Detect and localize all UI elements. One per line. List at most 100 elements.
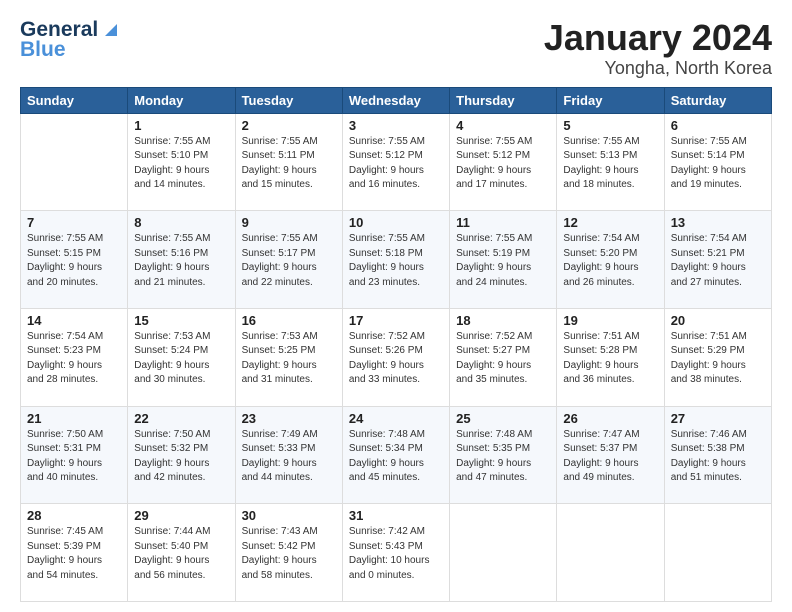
calendar-cell: 24Sunrise: 7:48 AM Sunset: 5:34 PM Dayli… xyxy=(342,406,449,504)
day-number: 2 xyxy=(242,118,336,133)
cell-info: Sunrise: 7:55 AM Sunset: 5:19 PM Dayligh… xyxy=(456,232,550,290)
calendar-cell: 5Sunrise: 7:55 AM Sunset: 5:13 PM Daylig… xyxy=(557,113,664,211)
logo: General Blue xyxy=(20,18,121,62)
weekday-header: Tuesday xyxy=(235,87,342,113)
day-number: 30 xyxy=(242,508,336,523)
calendar-cell: 20 Sunrise: 7:51 AM Sunset: 5:29 PM Dayli… xyxy=(664,308,771,406)
logo-blue: Blue xyxy=(20,38,66,62)
day-number: 11 xyxy=(456,215,550,230)
day-number: 3 xyxy=(349,118,443,133)
day-number: 22 xyxy=(134,411,228,426)
calendar-week-row: 21 Sunrise: 7:50 AM Sunset: 5:31 PM Dayli… xyxy=(21,406,772,504)
cell-info: Sunrise: 7:49 AM Sunset: 5:33 PM Dayligh… xyxy=(242,428,336,486)
title-section: January 2024 Yongha, North Korea xyxy=(544,18,772,79)
cell-info: Sunrise: 7:48 AM Sunset: 5:34 PM Dayligh… xyxy=(349,428,443,486)
calendar-week-row: 1 Sunrise: 7:55 AM Sunset: 5:10 PM Daylig… xyxy=(21,113,772,211)
cell-info: Sunrise: 7:55 AM Sunset: 5:14 PM Dayligh… xyxy=(671,135,765,193)
calendar-cell: 31Sunrise: 7:42 AM Sunset: 5:43 PM Dayli… xyxy=(342,504,449,602)
cell-info: Sunrise: 7:43 AM Sunset: 5:42 PM Dayligh… xyxy=(242,525,336,583)
cell-info: Sunrise: 7:55 AM Sunset: 5:16 PM Dayligh… xyxy=(134,232,228,290)
cell-info: Sunrise: 7:46 AM Sunset: 5:38 PM Dayligh… xyxy=(671,428,765,486)
day-number: 8 xyxy=(134,215,228,230)
day-number: 14 xyxy=(27,313,121,328)
calendar-cell: 26 Sunrise: 7:47 AM Sunset: 5:37 PM Dayli… xyxy=(557,406,664,504)
calendar-cell: 13 Sunrise: 7:54 AM Sunset: 5:21 PM Dayli… xyxy=(664,211,771,309)
calendar-cell: 2 Sunrise: 7:55 AM Sunset: 5:11 PM Daylig… xyxy=(235,113,342,211)
day-number: 12 xyxy=(563,215,657,230)
cell-info: Sunrise: 7:54 AM Sunset: 5:23 PM Dayligh… xyxy=(27,330,121,388)
calendar-cell: 30 Sunrise: 7:43 AM Sunset: 5:42 PM Dayli… xyxy=(235,504,342,602)
weekday-header: Monday xyxy=(128,87,235,113)
calendar-cell: 12 Sunrise: 7:54 AM Sunset: 5:20 PM Dayli… xyxy=(557,211,664,309)
cell-info: Sunrise: 7:48 AM Sunset: 5:35 PM Dayligh… xyxy=(456,428,550,486)
day-number: 27 xyxy=(671,411,765,426)
cell-info: Sunrise: 7:55 AM Sunset: 5:13 PM Dayligh… xyxy=(563,135,657,193)
day-number: 18 xyxy=(456,313,550,328)
calendar-header-row: SundayMondayTuesdayWednesdayThursdayFrid… xyxy=(21,87,772,113)
cell-info: Sunrise: 7:44 AM Sunset: 5:40 PM Dayligh… xyxy=(134,525,228,583)
calendar-cell: 4 Sunrise: 7:55 AM Sunset: 5:12 PM Daylig… xyxy=(450,113,557,211)
calendar-week-row: 14 Sunrise: 7:54 AM Sunset: 5:23 PM Dayli… xyxy=(21,308,772,406)
calendar-week-row: 7 Sunrise: 7:55 AM Sunset: 5:15 PM Daylig… xyxy=(21,211,772,309)
day-number: 10 xyxy=(349,215,443,230)
month-title: January 2024 xyxy=(544,18,772,58)
calendar-cell: 23 Sunrise: 7:49 AM Sunset: 5:33 PM Dayli… xyxy=(235,406,342,504)
calendar-cell: 15 Sunrise: 7:53 AM Sunset: 5:24 PM Dayli… xyxy=(128,308,235,406)
cell-info: Sunrise: 7:55 AM Sunset: 5:15 PM Dayligh… xyxy=(27,232,121,290)
day-number: 9 xyxy=(242,215,336,230)
cell-info: Sunrise: 7:55 AM Sunset: 5:12 PM Dayligh… xyxy=(456,135,550,193)
calendar-cell: 3Sunrise: 7:55 AM Sunset: 5:12 PM Daylig… xyxy=(342,113,449,211)
cell-info: Sunrise: 7:51 AM Sunset: 5:29 PM Dayligh… xyxy=(671,330,765,388)
weekday-header: Thursday xyxy=(450,87,557,113)
weekday-header: Wednesday xyxy=(342,87,449,113)
weekday-header: Friday xyxy=(557,87,664,113)
day-number: 28 xyxy=(27,508,121,523)
cell-info: Sunrise: 7:55 AM Sunset: 5:11 PM Dayligh… xyxy=(242,135,336,193)
cell-info: Sunrise: 7:55 AM Sunset: 5:17 PM Dayligh… xyxy=(242,232,336,290)
calendar-cell: 6 Sunrise: 7:55 AM Sunset: 5:14 PM Daylig… xyxy=(664,113,771,211)
day-number: 17 xyxy=(349,313,443,328)
day-number: 20 xyxy=(671,313,765,328)
logo-icon xyxy=(99,18,121,40)
calendar-cell: 25 Sunrise: 7:48 AM Sunset: 5:35 PM Dayli… xyxy=(450,406,557,504)
day-number: 7 xyxy=(27,215,121,230)
calendar-cell: 29Sunrise: 7:44 AM Sunset: 5:40 PM Dayli… xyxy=(128,504,235,602)
cell-info: Sunrise: 7:50 AM Sunset: 5:32 PM Dayligh… xyxy=(134,428,228,486)
calendar-cell xyxy=(21,113,128,211)
calendar-cell xyxy=(557,504,664,602)
calendar-cell: 19Sunrise: 7:51 AM Sunset: 5:28 PM Dayli… xyxy=(557,308,664,406)
cell-info: Sunrise: 7:54 AM Sunset: 5:20 PM Dayligh… xyxy=(563,232,657,290)
cell-info: Sunrise: 7:53 AM Sunset: 5:24 PM Dayligh… xyxy=(134,330,228,388)
calendar-cell: 17Sunrise: 7:52 AM Sunset: 5:26 PM Dayli… xyxy=(342,308,449,406)
day-number: 25 xyxy=(456,411,550,426)
calendar-cell: 28 Sunrise: 7:45 AM Sunset: 5:39 PM Dayli… xyxy=(21,504,128,602)
calendar-cell: 8 Sunrise: 7:55 AM Sunset: 5:16 PM Daylig… xyxy=(128,211,235,309)
day-number: 31 xyxy=(349,508,443,523)
day-number: 21 xyxy=(27,411,121,426)
day-number: 6 xyxy=(671,118,765,133)
weekday-header: Sunday xyxy=(21,87,128,113)
calendar-cell: 16Sunrise: 7:53 AM Sunset: 5:25 PM Dayli… xyxy=(235,308,342,406)
calendar-cell: 10 Sunrise: 7:55 AM Sunset: 5:18 PM Dayli… xyxy=(342,211,449,309)
calendar-cell: 11 Sunrise: 7:55 AM Sunset: 5:19 PM Dayli… xyxy=(450,211,557,309)
calendar-week-row: 28 Sunrise: 7:45 AM Sunset: 5:39 PM Dayli… xyxy=(21,504,772,602)
day-number: 13 xyxy=(671,215,765,230)
cell-info: Sunrise: 7:55 AM Sunset: 5:18 PM Dayligh… xyxy=(349,232,443,290)
day-number: 23 xyxy=(242,411,336,426)
cell-info: Sunrise: 7:54 AM Sunset: 5:21 PM Dayligh… xyxy=(671,232,765,290)
cell-info: Sunrise: 7:50 AM Sunset: 5:31 PM Dayligh… xyxy=(27,428,121,486)
calendar-cell: 7 Sunrise: 7:55 AM Sunset: 5:15 PM Daylig… xyxy=(21,211,128,309)
calendar-cell: 21 Sunrise: 7:50 AM Sunset: 5:31 PM Dayli… xyxy=(21,406,128,504)
cell-info: Sunrise: 7:55 AM Sunset: 5:10 PM Dayligh… xyxy=(134,135,228,193)
calendar-cell: 9 Sunrise: 7:55 AM Sunset: 5:17 PM Daylig… xyxy=(235,211,342,309)
cell-info: Sunrise: 7:45 AM Sunset: 5:39 PM Dayligh… xyxy=(27,525,121,583)
calendar-cell xyxy=(664,504,771,602)
day-number: 1 xyxy=(134,118,228,133)
day-number: 26 xyxy=(563,411,657,426)
day-number: 4 xyxy=(456,118,550,133)
cell-info: Sunrise: 7:47 AM Sunset: 5:37 PM Dayligh… xyxy=(563,428,657,486)
calendar-cell: 1 Sunrise: 7:55 AM Sunset: 5:10 PM Daylig… xyxy=(128,113,235,211)
day-number: 15 xyxy=(134,313,228,328)
calendar-table: SundayMondayTuesdayWednesdayThursdayFrid… xyxy=(20,87,772,602)
calendar-cell: 14 Sunrise: 7:54 AM Sunset: 5:23 PM Dayli… xyxy=(21,308,128,406)
